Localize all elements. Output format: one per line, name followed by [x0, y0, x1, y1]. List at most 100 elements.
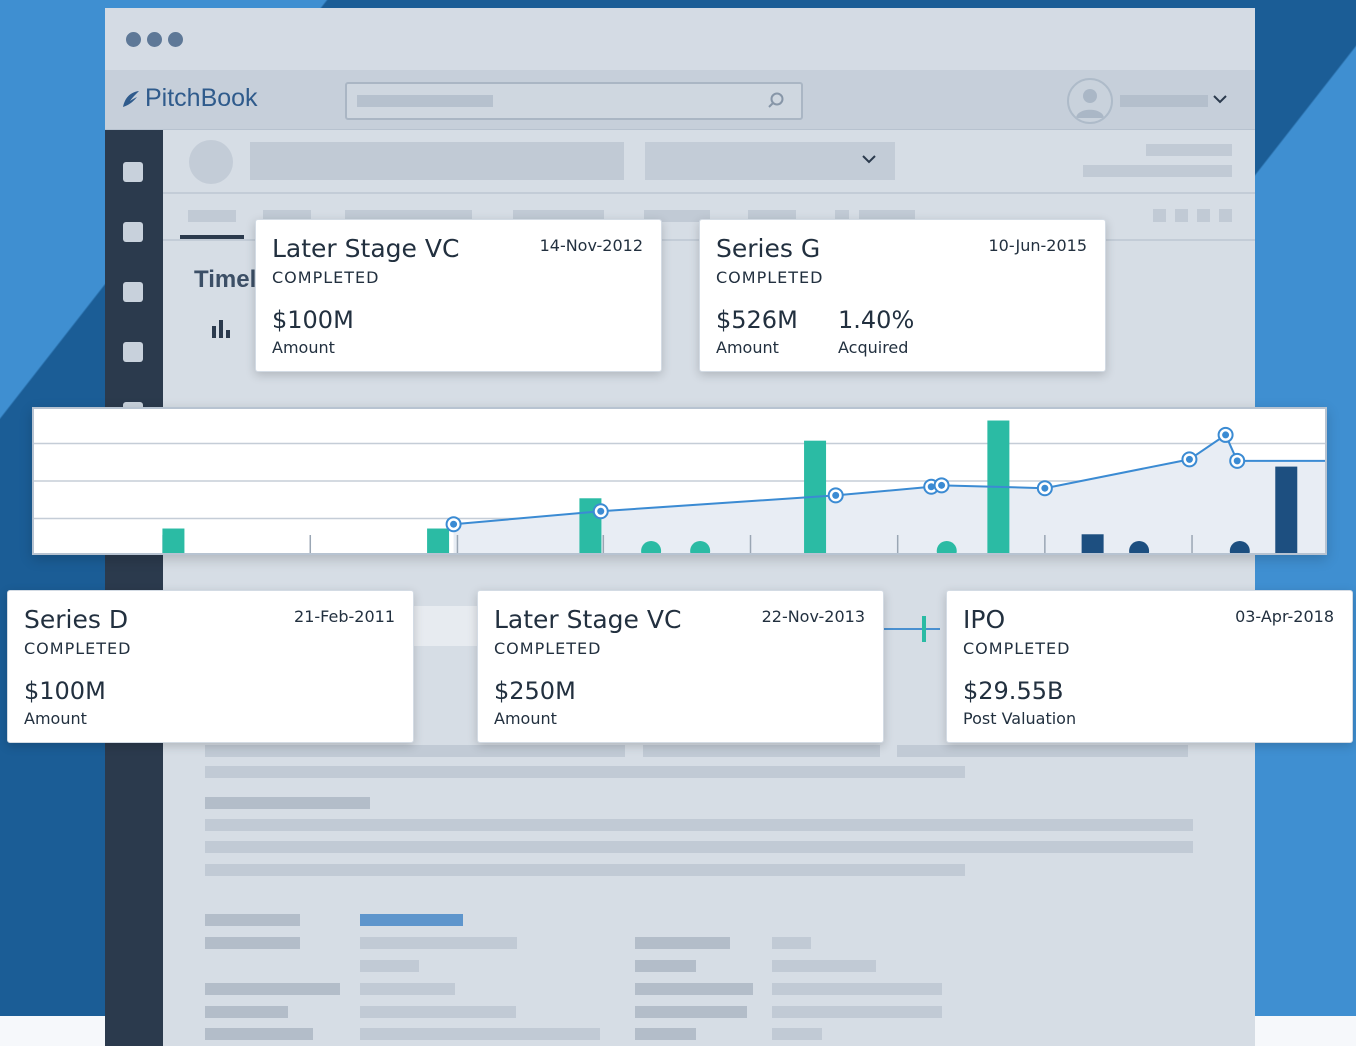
deal-date: 21-Feb-2011 — [294, 607, 395, 626]
chart-point-center — [1041, 484, 1049, 492]
tab-1[interactable] — [188, 210, 236, 222]
deal-card-later-stage-2012[interactable]: Later Stage VC 14-Nov-2012 COMPLETED $10… — [255, 219, 662, 372]
brand-logo[interactable]: PitchBook — [121, 84, 258, 113]
detail-label — [205, 1006, 288, 1018]
detail-label — [635, 960, 696, 972]
chevron-down-icon — [862, 155, 876, 164]
chart-point-center — [832, 491, 840, 499]
deal-amount-label: Amount — [24, 709, 87, 728]
detail-label — [205, 983, 340, 995]
user-icon — [1076, 89, 1104, 118]
sidebar-item-2[interactable] — [123, 222, 143, 242]
detail-label — [205, 1028, 313, 1040]
deal-title: Series G — [716, 234, 821, 263]
deal-amount-value: $526M — [716, 306, 798, 334]
content-line — [897, 745, 1188, 757]
bar-chart-icon[interactable] — [211, 318, 233, 340]
deal-amount-value: $250M — [494, 677, 576, 705]
section-heading-placeholder — [205, 797, 370, 809]
window-dot-3[interactable] — [168, 32, 183, 47]
deal-card-ipo[interactable]: IPO 03-Apr-2018 COMPLETED $29.55B Post V… — [946, 590, 1353, 743]
chart-point-center — [1233, 457, 1241, 465]
window-titlebar — [105, 8, 1255, 70]
deal-status: COMPLETED — [24, 639, 132, 658]
detail-value — [772, 1006, 942, 1018]
detail-value — [772, 1028, 822, 1040]
tab-icon-4[interactable] — [1219, 209, 1232, 222]
search-placeholder — [357, 95, 493, 107]
user-avatar[interactable] — [1067, 78, 1113, 124]
content-line — [205, 745, 625, 757]
window-dot-2[interactable] — [147, 32, 162, 47]
sidebar-item-4[interactable] — [123, 342, 143, 362]
detail-value — [360, 983, 455, 995]
sidebar-item-1[interactable] — [123, 162, 143, 182]
deal-status: COMPLETED — [272, 268, 380, 287]
deal-amount-label: Amount — [272, 338, 335, 357]
deal-date: 10-Jun-2015 — [988, 236, 1087, 255]
window-dot-1[interactable] — [126, 32, 141, 47]
profile-select[interactable] — [645, 142, 895, 180]
pitchbook-leaf-icon — [123, 90, 139, 107]
deal-valuation-value: $29.55B — [963, 677, 1064, 705]
funding-timeline-chart — [32, 407, 1327, 555]
deal-date: 14-Nov-2012 — [539, 236, 643, 255]
deal-title: IPO — [963, 605, 1006, 634]
deal-date: 03-Apr-2018 — [1235, 607, 1334, 626]
detail-label — [635, 1028, 696, 1040]
deal-valuation-label: Post Valuation — [963, 709, 1077, 728]
deal-acquired-label: Acquired — [838, 338, 909, 357]
deal-title: Series D — [24, 605, 129, 634]
chart-bar — [427, 528, 450, 553]
deal-date: 22-Nov-2013 — [761, 607, 865, 626]
content-line — [205, 841, 1193, 853]
timeline-heading: Timel — [194, 266, 257, 293]
deal-card-series-g[interactable]: Series G 10-Jun-2015 COMPLETED $526M Amo… — [699, 219, 1106, 372]
tab-icon-1[interactable] — [1153, 209, 1166, 222]
detail-value — [360, 937, 517, 949]
content-line — [205, 766, 965, 778]
chart-bar — [162, 528, 185, 553]
chart-point-center — [597, 507, 605, 515]
detail-label — [635, 937, 730, 949]
detail-link[interactable] — [360, 914, 463, 926]
detail-value — [360, 1006, 516, 1018]
app-header: PitchBook — [105, 70, 1255, 130]
tab-icon-2[interactable] — [1175, 209, 1188, 222]
chart-point-center — [1222, 431, 1230, 439]
deal-amount-label: Amount — [494, 709, 557, 728]
tab-icon-3[interactable] — [1197, 209, 1210, 222]
detail-value — [772, 983, 942, 995]
detail-label — [205, 937, 300, 949]
deal-status: COMPLETED — [963, 639, 1071, 658]
chart-point-center — [938, 481, 946, 489]
chart-bar — [1081, 534, 1104, 553]
search-input[interactable] — [345, 82, 803, 120]
header-meta-2 — [1083, 165, 1232, 177]
chevron-down-icon[interactable] — [1213, 94, 1227, 104]
detail-label — [205, 914, 300, 926]
content-line — [205, 864, 965, 876]
detail-value — [772, 960, 876, 972]
chart-svg — [34, 420, 1325, 553]
detail-value — [360, 1028, 600, 1040]
deal-card-later-stage-2013[interactable]: Later Stage VC 22-Nov-2013 COMPLETED $25… — [477, 590, 884, 743]
content-line — [205, 819, 1193, 831]
deal-acquired-value: 1.40% — [838, 306, 915, 334]
deal-card-series-d[interactable]: Series D 21-Feb-2011 COMPLETED $100M Amo… — [7, 590, 414, 743]
deal-status: COMPLETED — [494, 639, 602, 658]
chart-point-center — [1185, 455, 1193, 463]
deal-status: COMPLETED — [716, 268, 824, 287]
detail-label — [635, 983, 753, 995]
header-divider — [163, 192, 1255, 194]
deal-amount-value: $100M — [24, 677, 106, 705]
detail-label — [635, 1006, 747, 1018]
company-logo-placeholder — [189, 140, 233, 184]
sidebar — [105, 130, 163, 1046]
header-meta-1 — [1146, 144, 1232, 156]
mini-timeline-marker — [922, 616, 926, 642]
search-icon[interactable] — [767, 92, 785, 110]
chart-point-center — [450, 520, 458, 528]
sidebar-item-3[interactable] — [123, 282, 143, 302]
user-name-placeholder[interactable] — [1120, 95, 1208, 107]
